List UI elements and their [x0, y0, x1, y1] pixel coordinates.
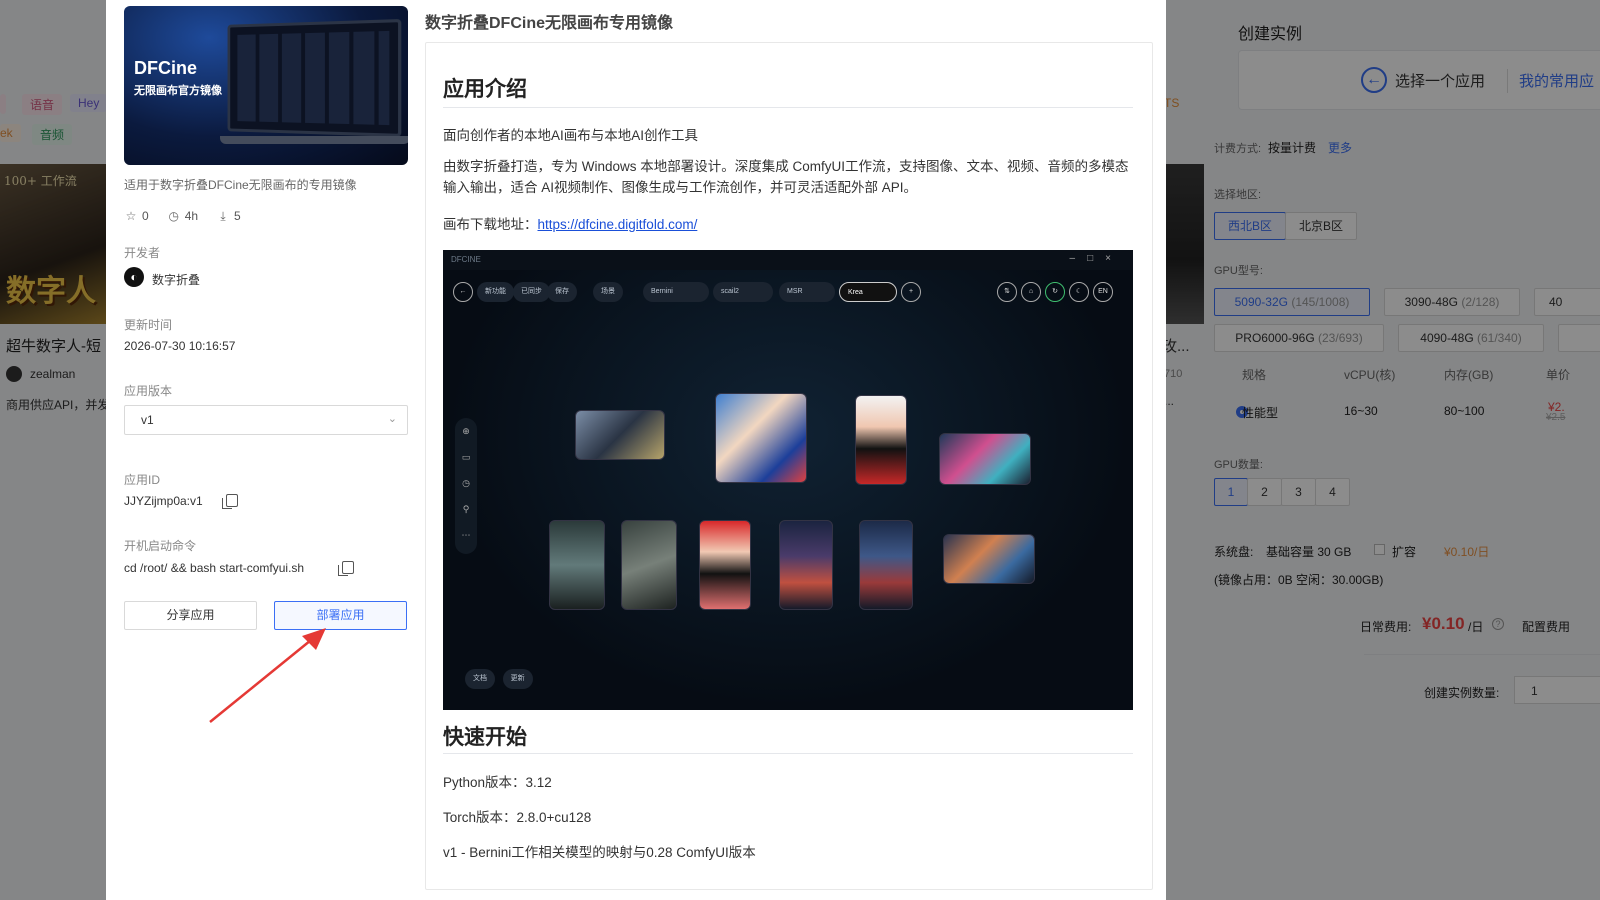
canvas-node-image	[715, 393, 807, 483]
canvas-node-image	[549, 520, 605, 610]
plus-icon: ⊕	[462, 426, 470, 436]
divider	[443, 107, 1133, 108]
version-select[interactable]: v1 ⌄	[124, 405, 408, 435]
shot-tab: MSR	[779, 282, 835, 302]
developer-label: 开发者	[124, 246, 161, 260]
shot-tabbar: ← 新功能 已同步 保存 场景 Bernini scail2 MSR Krea …	[453, 282, 1123, 304]
laptop-illustration	[227, 18, 402, 138]
canvas-node-image	[779, 520, 833, 610]
app-readme: 应用介绍 面向创作者的本地AI画布与本地AI创作工具 由数字折叠打造，专为 Wi…	[425, 42, 1153, 890]
intro-paragraph: 由数字折叠打造，专为 Windows 本地部署设计。深度集成 ComfyUI工作…	[443, 159, 1129, 195]
annotation-arrow-icon	[209, 628, 326, 723]
folder-icon: ▭	[461, 452, 471, 462]
clock-icon: ◷	[168, 209, 179, 223]
divider	[443, 753, 1133, 754]
download-stat: ⤓ 5	[216, 209, 240, 224]
doc-title: 数字折叠DFCine无限画布专用镜像	[425, 15, 674, 32]
shot-tab: 新功能	[477, 282, 514, 302]
shot-tool-icon: ⌂	[1021, 282, 1041, 302]
v1-note: v1 - Bernini工作相关模型的映射与0.28 ComfyUI版本	[443, 845, 756, 860]
back-icon: ←	[453, 282, 473, 302]
download-line: 画布下载地址：https://dfcine.digitfold.com/	[443, 213, 697, 233]
cover-subtitle: 无限画布官方镜像	[134, 85, 222, 97]
shot-tab: 场景	[593, 282, 623, 302]
canvas-node-image	[943, 534, 1035, 584]
download-icon: ⤓	[220, 209, 226, 223]
plus-icon: +	[901, 282, 921, 302]
startup-cmd-value: cd /root/ && bash start-comfyui.sh	[124, 561, 305, 575]
shot-tab-active: Krea	[839, 282, 897, 302]
shot-update-button: 更新	[502, 669, 533, 689]
canvas-node-image	[855, 395, 907, 485]
shot-tool-icon: ⇅	[997, 282, 1017, 302]
shot-tool-icon: ☾	[1069, 282, 1089, 302]
version-label: 应用版本	[124, 384, 173, 398]
developer-name[interactable]: 数字折叠	[152, 271, 200, 288]
copy-icon[interactable]	[338, 561, 354, 576]
canvas-node-image	[859, 520, 913, 610]
shot-sidebar: ⊕ ▭ ◷ ⚲ ⋯	[455, 418, 477, 554]
update-time-label: 更新时间	[124, 318, 173, 332]
app-id-label: 应用ID	[124, 473, 161, 487]
chevron-down-icon: ⌄	[387, 413, 397, 425]
download-link[interactable]: https://dfcine.digitfold.com/	[538, 217, 698, 232]
canvas-node-image	[699, 520, 751, 610]
app-description: 适用于数字折叠DFCine无限画布的专用镜像	[124, 178, 357, 192]
shot-doc-button: 文档	[465, 669, 495, 689]
app-detail-modal: DFCine 无限画布官方镜像 适用于数字折叠DFCine无限画布的专用镜像 ☆…	[106, 0, 1166, 900]
cover-brand: DFCine	[134, 58, 197, 78]
startup-cmd-label: 开机启动命令	[124, 539, 197, 553]
shot-titlebar: DFCINE –□×	[443, 250, 1133, 270]
app-cover-image: DFCine 无限画布官方镜像	[124, 6, 408, 165]
shot-tab: 保存	[547, 282, 577, 302]
update-time-value: 2026-07-30 10:16:57	[124, 339, 236, 353]
shot-tab: Bernini	[643, 282, 709, 302]
shot-bottom-bar: 文档 更新	[465, 668, 537, 689]
shot-tab: 已同步	[513, 282, 550, 302]
shot-lang-icon: EN	[1093, 282, 1113, 302]
star-icon: ☆	[125, 209, 137, 223]
quickstart-heading: 快速开始	[443, 726, 527, 749]
app-screenshot: DFCINE –□× ← 新功能 已同步 保存 场景 Bernini scail…	[443, 250, 1133, 710]
time-stat: ◷ 4h	[168, 209, 199, 223]
laptop-base	[220, 136, 408, 144]
history-icon: ◷	[462, 478, 470, 488]
torch-version: Torch版本：2.8.0+cu128	[443, 810, 592, 825]
canvas-node-image	[575, 410, 665, 460]
link-icon: ⚲	[462, 504, 470, 514]
star-stat[interactable]: ☆ 0	[124, 209, 149, 224]
intro-heading: 应用介绍	[443, 78, 527, 101]
shot-tool-icon: ↻	[1045, 282, 1065, 302]
app-id-value: JJYZijmp0a:v1	[124, 494, 203, 508]
download-label: 画布下载地址：	[443, 217, 538, 232]
intro-paragraph: 面向创作者的本地AI画布与本地AI创作工具	[443, 128, 699, 143]
developer-avatar: ◐	[124, 267, 144, 287]
app-stats: ☆ 0 ◷ 4h ⤓ 5	[124, 209, 241, 224]
window-controls-icon: –□×	[1069, 253, 1123, 264]
copy-icon[interactable]	[222, 494, 238, 509]
canvas-node-image	[621, 520, 677, 610]
shot-tab: scail2	[713, 282, 773, 302]
shot-app-name: DFCINE	[451, 255, 481, 264]
python-version: Python版本：3.12	[443, 775, 552, 790]
version-value: v1	[141, 413, 154, 427]
canvas-node-image	[939, 433, 1031, 485]
more-icon: ⋯	[461, 530, 471, 540]
